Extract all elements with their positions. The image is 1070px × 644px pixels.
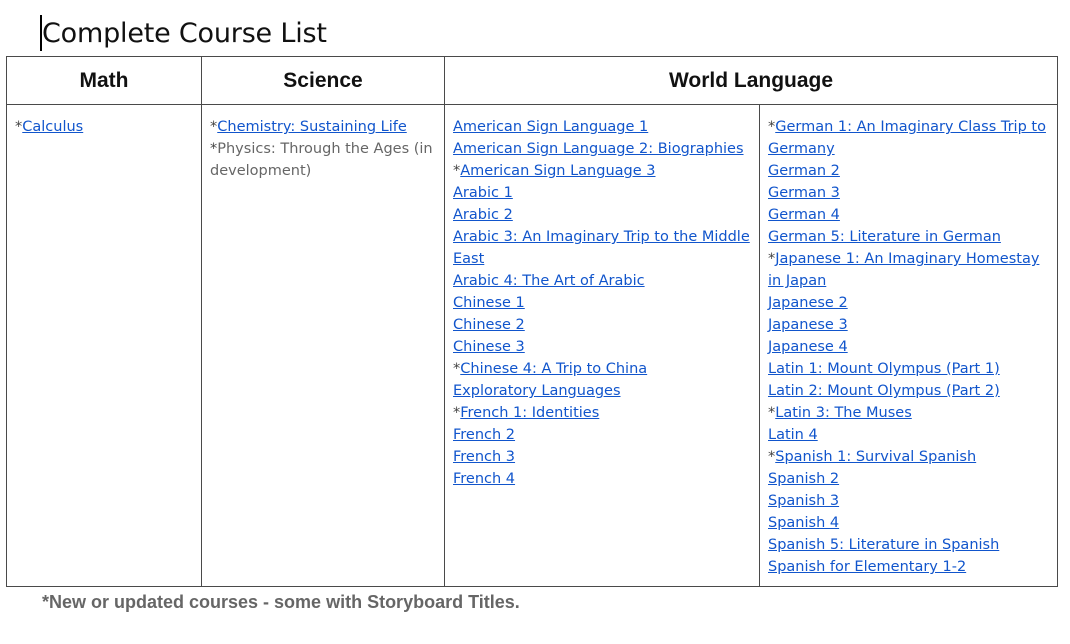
- course-link[interactable]: French 4: [453, 471, 515, 487]
- course-label: Physics: Through the Ages (in developmen…: [210, 141, 433, 179]
- course-item: German 3: [768, 182, 1049, 204]
- course-item: Japanese 3: [768, 314, 1049, 336]
- course-link[interactable]: French 2: [453, 427, 515, 443]
- course-link[interactable]: Japanese 1: An Imaginary Homestay in Jap…: [768, 251, 1039, 289]
- science-cell: *Chemistry: Sustaining Life *Physics: Thr…: [201, 104, 445, 587]
- world-language-cell-2: *German 1: An Imaginary Class Trip to Ge…: [759, 104, 1058, 587]
- course-item: Spanish for Elementary 1-2: [768, 556, 1049, 578]
- course-link[interactable]: Chinese 1: [453, 295, 525, 311]
- course-link[interactable]: American Sign Language 1: [453, 119, 648, 135]
- course-item: Japanese 4: [768, 336, 1049, 358]
- course-item: German 2: [768, 160, 1049, 182]
- course-item: *Latin 3: The Muses: [768, 402, 1049, 424]
- course-item: *Calculus: [15, 116, 193, 138]
- course-item: Japanese 2: [768, 292, 1049, 314]
- course-item: Chinese 3: [453, 336, 751, 358]
- world-language-cell-1: American Sign Language 1 American Sign La…: [444, 104, 760, 587]
- course-item: Spanish 2: [768, 468, 1049, 490]
- course-item: Chinese 2: [453, 314, 751, 336]
- course-link[interactable]: Chinese 4: A Trip to China: [460, 361, 647, 377]
- course-item: *Chemistry: Sustaining Life: [210, 116, 436, 138]
- course-link[interactable]: Latin 2: Mount Olympus (Part 2): [768, 383, 1000, 399]
- course-item: Spanish 5: Literature in Spanish: [768, 534, 1049, 556]
- course-item: Spanish 3: [768, 490, 1049, 512]
- course-link[interactable]: German 1: An Imaginary Class Trip to Ger…: [768, 119, 1046, 157]
- course-link[interactable]: Arabic 1: [453, 185, 513, 201]
- footnote: *New or updated courses - some with Stor…: [42, 592, 520, 612]
- course-link[interactable]: Chinese 2: [453, 317, 525, 333]
- course-link[interactable]: Spanish 1: Survival Spanish: [775, 449, 976, 465]
- course-link[interactable]: Arabic 2: [453, 207, 513, 223]
- course-item: *French 1: Identities: [453, 402, 751, 424]
- course-link[interactable]: Latin 4: [768, 427, 818, 443]
- course-link[interactable]: Spanish 5: Literature in Spanish: [768, 537, 999, 553]
- course-item: *Spanish 1: Survival Spanish: [768, 446, 1049, 468]
- course-link[interactable]: Spanish 3: [768, 493, 839, 509]
- course-item: French 3: [453, 446, 751, 468]
- course-item: *German 1: An Imaginary Class Trip to Ge…: [768, 116, 1049, 160]
- course-link[interactable]: Latin 3: The Muses: [775, 405, 912, 421]
- course-link[interactable]: German 4: [768, 207, 840, 223]
- course-item: German 5: Literature in German: [768, 226, 1049, 248]
- course-link[interactable]: Chinese 3: [453, 339, 525, 355]
- math-header: Math: [6, 56, 202, 105]
- course-link[interactable]: German 2: [768, 163, 840, 179]
- course-item: American Sign Language 1: [453, 116, 751, 138]
- course-link[interactable]: Calculus: [22, 119, 83, 135]
- course-link[interactable]: Japanese 3: [768, 317, 848, 333]
- course-link[interactable]: Latin 1: Mount Olympus (Part 1): [768, 361, 1000, 377]
- course-link[interactable]: French 1: Identities: [460, 405, 599, 421]
- course-item: Latin 4: [768, 424, 1049, 446]
- course-item: Exploratory Languages: [453, 380, 751, 402]
- course-link[interactable]: German 3: [768, 185, 840, 201]
- course-item: *Chinese 4: A Trip to China: [453, 358, 751, 380]
- course-item: *Physics: Through the Ages (in developme…: [210, 138, 436, 182]
- header-row: Math Science World Language: [6, 56, 1058, 105]
- course-item: Chinese 1: [453, 292, 751, 314]
- course-link[interactable]: American Sign Language 2: Biographies: [453, 141, 744, 157]
- course-item: *Japanese 1: An Imaginary Homestay in Ja…: [768, 248, 1049, 292]
- course-link[interactable]: Chemistry: Sustaining Life: [217, 119, 407, 135]
- course-row: *Calculus *Chemistry: Sustaining Life *Ph…: [6, 104, 1058, 587]
- science-header: Science: [201, 56, 445, 105]
- course-link[interactable]: Japanese 4: [768, 339, 848, 355]
- course-item: Spanish 4: [768, 512, 1049, 534]
- course-link[interactable]: French 3: [453, 449, 515, 465]
- course-item: Arabic 2: [453, 204, 751, 226]
- course-table: Math Science World Language *Calculus *C…: [6, 56, 1058, 587]
- page-title: Complete Course List: [42, 18, 327, 49]
- course-link[interactable]: German 5: Literature in German: [768, 229, 1001, 245]
- course-item: Latin 1: Mount Olympus (Part 1): [768, 358, 1049, 380]
- course-item: Arabic 1: [453, 182, 751, 204]
- course-item: Arabic 3: An Imaginary Trip to the Middl…: [453, 226, 751, 270]
- math-cell: *Calculus: [6, 104, 202, 587]
- course-link[interactable]: Arabic 3: An Imaginary Trip to the Middl…: [453, 229, 750, 267]
- course-link[interactable]: American Sign Language 3: [460, 163, 655, 179]
- course-item: Latin 2: Mount Olympus (Part 2): [768, 380, 1049, 402]
- course-item: French 4: [453, 468, 751, 490]
- course-link[interactable]: Exploratory Languages: [453, 383, 621, 399]
- world-language-header: World Language: [444, 56, 1058, 105]
- course-link[interactable]: Arabic 4: The Art of Arabic: [453, 273, 645, 289]
- course-link[interactable]: Spanish 4: [768, 515, 839, 531]
- course-item: German 4: [768, 204, 1049, 226]
- course-item: Arabic 4: The Art of Arabic: [453, 270, 751, 292]
- course-link[interactable]: Japanese 2: [768, 295, 848, 311]
- course-link[interactable]: Spanish for Elementary 1-2: [768, 559, 966, 575]
- course-item: *American Sign Language 3: [453, 160, 751, 182]
- course-link[interactable]: Spanish 2: [768, 471, 839, 487]
- course-item: French 2: [453, 424, 751, 446]
- course-item: American Sign Language 2: Biographies: [453, 138, 751, 160]
